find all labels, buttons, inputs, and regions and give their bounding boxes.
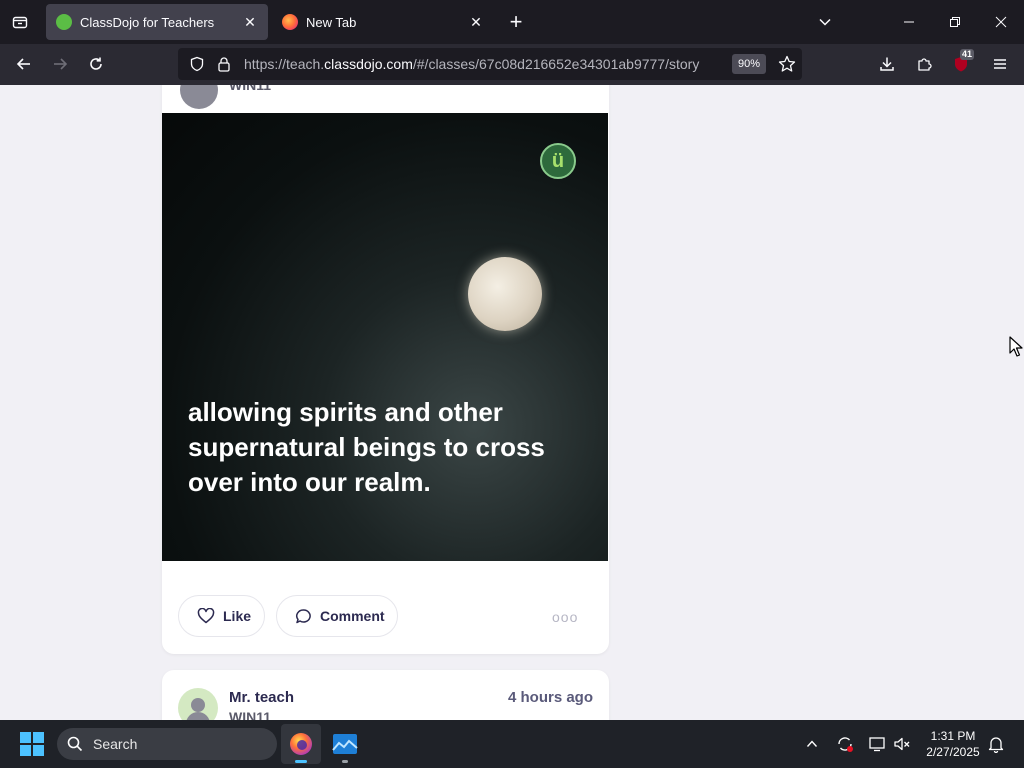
heart-icon — [197, 608, 215, 624]
comment-button[interactable]: Comment — [276, 595, 398, 637]
arrow-right-icon — [54, 58, 68, 70]
app-menu-button[interactable] — [985, 49, 1015, 79]
reload-button[interactable] — [81, 49, 111, 79]
sync-status-icon[interactable] — [833, 732, 857, 756]
downloads-button[interactable] — [872, 49, 902, 79]
speech-bubble-icon — [296, 608, 311, 623]
running-app-indicator — [342, 760, 348, 763]
post-class-name: WIN11 — [229, 709, 272, 720]
taskbar-firefox[interactable] — [281, 724, 321, 764]
new-tab-button[interactable]: + — [502, 8, 530, 36]
clock-time: 1:31 PM — [930, 729, 976, 743]
more-options-icon[interactable]: ooo — [552, 609, 578, 625]
volume-muted-icon[interactable] — [890, 732, 914, 756]
close-icon — [995, 16, 1007, 28]
photos-app-icon — [332, 734, 358, 754]
restore-button[interactable] — [932, 0, 978, 44]
tab-classdojo[interactable]: ClassDojo for Teachers ✕ — [46, 4, 268, 40]
extensions-button[interactable] — [909, 49, 939, 79]
like-button[interactable]: Like — [178, 595, 265, 637]
url-text[interactable]: https://teach.classdojo.com/#/classes/67… — [244, 56, 699, 72]
post-class-name: WIN11 — [229, 85, 272, 93]
navigation-toolbar: https://teach.classdojo.com/#/classes/67… — [0, 44, 1024, 85]
puzzle-piece-icon — [918, 58, 932, 71]
url-host: classdojo.com — [324, 56, 413, 72]
search-placeholder: Search — [93, 736, 138, 752]
back-button[interactable] — [9, 49, 39, 79]
url-path: /#/classes/67c08d216652e34301ab9777/stor… — [412, 56, 700, 72]
tab-title: ClassDojo for Teachers — [80, 14, 215, 30]
close-tab-icon[interactable]: ✕ — [464, 10, 488, 34]
bookmark-star-icon[interactable] — [778, 55, 796, 73]
minimize-icon — [904, 21, 914, 23]
show-hidden-icons-button[interactable] — [800, 732, 824, 756]
post-author-name[interactable]: Mr. teach — [229, 689, 294, 706]
active-app-indicator — [295, 760, 307, 763]
like-label: Like — [223, 608, 252, 624]
tracking-protection-shield-icon[interactable] — [189, 56, 205, 72]
story-post-card: WIN11 ü allowing spirits and other super… — [162, 85, 609, 654]
class-story-feed[interactable]: WIN11 ü allowing spirits and other super… — [0, 85, 1024, 720]
forward-button[interactable] — [45, 49, 75, 79]
post-video-media[interactable]: ü allowing spirits and other supernatura… — [162, 113, 608, 561]
taskbar-app-2[interactable] — [325, 724, 365, 764]
story-post-card: Mr. teach WIN11 4 hours ago — [162, 670, 609, 720]
tab-list-button[interactable] — [6, 8, 34, 36]
url-scheme: https://teach. — [244, 56, 325, 72]
firefox-icon — [290, 733, 312, 755]
firefox-favicon-icon — [282, 14, 298, 30]
arrow-left-icon — [16, 58, 30, 70]
sync-icon — [838, 737, 853, 752]
chevron-up-icon — [806, 740, 818, 747]
chevron-down-icon — [819, 18, 831, 26]
reload-icon — [90, 57, 102, 70]
mouse-pointer-icon — [1009, 336, 1023, 357]
windows-logo-icon — [20, 732, 44, 756]
network-icon[interactable] — [865, 732, 889, 756]
bell-icon — [988, 737, 1004, 753]
teacher-avatar[interactable] — [180, 85, 218, 109]
comment-label: Comment — [320, 608, 385, 624]
media-caption: allowing spirits and other supernatural … — [188, 397, 545, 497]
full-moon-image — [468, 257, 542, 331]
list-all-tabs-button[interactable] — [802, 0, 848, 44]
teacher-avatar[interactable] — [178, 688, 218, 720]
windows-taskbar: Search 1:31 PM 2/27/2025 — [0, 720, 1024, 768]
classdojo-logo-icon: ü — [540, 143, 576, 179]
tab-list-icon — [12, 16, 28, 29]
post-actions: Like Comment ooo — [178, 595, 593, 637]
zoom-level-badge[interactable]: 90% — [732, 54, 767, 74]
clock-date: 2/27/2025 — [926, 745, 980, 759]
tab-new-tab[interactable]: New Tab ✕ — [272, 4, 494, 40]
classdojo-favicon-icon — [56, 14, 72, 30]
download-icon — [880, 57, 894, 71]
monitor-network-icon — [869, 737, 885, 752]
taskbar-clock[interactable]: 1:31 PM 2/27/2025 — [922, 728, 984, 760]
hamburger-menu-icon — [994, 59, 1006, 69]
close-window-button[interactable] — [978, 0, 1024, 44]
browser-tab-bar: ClassDojo for Teachers ✕ New Tab ✕ + — [0, 0, 1024, 44]
start-button[interactable] — [20, 732, 44, 756]
taskbar-search-box[interactable]: Search — [57, 728, 277, 760]
post-timestamp: 4 hours ago — [507, 689, 593, 706]
speaker-muted-icon — [894, 737, 910, 751]
ublock-extension-button[interactable]: 41 — [946, 49, 976, 79]
search-icon — [67, 736, 83, 752]
close-tab-icon[interactable]: ✕ — [238, 10, 262, 34]
tab-title: New Tab — [306, 14, 357, 30]
minimize-button[interactable] — [886, 0, 932, 44]
lock-icon[interactable] — [217, 56, 231, 72]
address-bar[interactable]: https://teach.classdojo.com/#/classes/67… — [178, 48, 802, 80]
notifications-button[interactable] — [984, 732, 1008, 756]
extension-count-badge: 41 — [960, 49, 975, 60]
restore-icon — [950, 17, 960, 27]
